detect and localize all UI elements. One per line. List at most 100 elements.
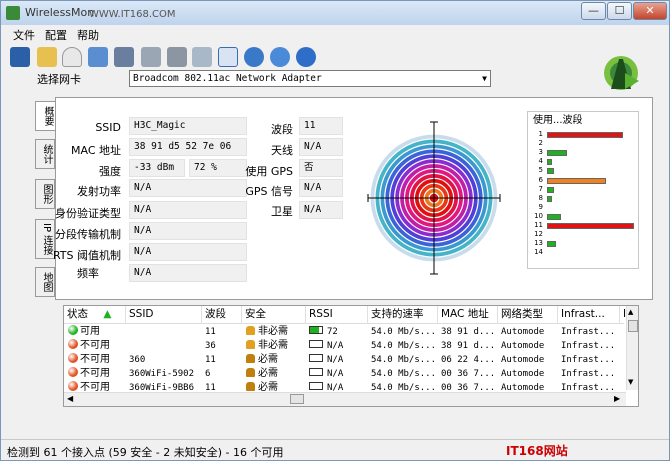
security-cell: 非必需 (246, 339, 306, 353)
info-icon[interactable] (270, 47, 290, 67)
table-row[interactable]: 可用 11 54.0 Mb/s... 38 91 d... Automode Infras… (64, 325, 624, 339)
channel-number: 5 (538, 166, 543, 175)
scroll-right-icon[interactable]: ▶ (614, 394, 620, 403)
channel-bar (547, 177, 607, 184)
rssi-value: 72 (327, 327, 338, 337)
mac-cell: 06 22 4... (441, 355, 496, 365)
rate-cell: 54.0 Mb/s... (371, 369, 437, 379)
channel-number: 7 (538, 184, 543, 193)
gauge-icon[interactable] (62, 47, 82, 67)
tab-stats[interactable]: 统计 (35, 139, 55, 169)
infra-cell: Infrast... (561, 355, 616, 365)
channel-row: 2 (529, 140, 639, 147)
col-status-label: 状态 (67, 308, 88, 320)
app-window: WirelessMon WWW.IT168.COM — ☐ ✕ 文件 配置 帮助… (0, 0, 670, 461)
col-band[interactable]: 波段 (202, 306, 242, 324)
security-label: 必需 (258, 354, 278, 365)
rssi-value: N/A (327, 369, 344, 379)
network-list[interactable]: 状态 ▲ SSID 波段 安全 RSSI 支持的速率 MAC 地址 网络类型 I… (63, 305, 639, 407)
channel-row: 6 (529, 176, 639, 184)
help-icon[interactable] (296, 47, 316, 67)
watermark: WWW.IT168.COM (89, 9, 176, 20)
save-icon[interactable] (10, 47, 30, 67)
scroll-up-icon[interactable]: ▲ (628, 308, 633, 316)
gps-signal-label: GPS 信号 (245, 185, 293, 198)
strength-pct: 72 % (189, 159, 247, 177)
col-rssi[interactable]: RSSI (306, 306, 368, 324)
channel-bar (547, 241, 556, 248)
scroll-thumb[interactable] (628, 320, 638, 332)
col-mac[interactable]: MAC 地址 (438, 306, 498, 324)
table-row[interactable]: 不可用 360 11 54.0 Mb/s... 06 22 4... Automode In… (64, 353, 624, 367)
scroll-left-icon[interactable]: ◀ (67, 394, 73, 403)
channel-bar (547, 213, 561, 220)
status-label: 不可用 (80, 354, 110, 365)
gps-value: 否 (299, 159, 343, 177)
print-preview-icon[interactable] (141, 47, 161, 67)
col-status[interactable]: 状态 ▲ (64, 306, 126, 324)
col-security[interactable]: 安全 (242, 306, 306, 324)
channel-number: 13 (534, 239, 543, 248)
ssid-value: H3C_Magic (129, 117, 247, 135)
lock-icon (246, 382, 255, 391)
channel-bar (547, 168, 555, 175)
channel-bar (547, 159, 552, 166)
freq-value: N/A (129, 264, 247, 282)
tab-summary[interactable]: 概要 (35, 101, 55, 131)
satellite-label: 卫星 (271, 205, 293, 218)
antenna-label: 天线 (271, 144, 293, 157)
col-infra[interactable]: Infrast... (558, 306, 620, 324)
list-header: 状态 ▲ SSID 波段 安全 RSSI 支持的速率 MAC 地址 网络类型 I… (64, 306, 634, 324)
col-ssid[interactable]: SSID (126, 306, 202, 324)
rate-cell: 54.0 Mb/s... (371, 341, 437, 351)
channel-number: 10 (534, 211, 543, 220)
table-row[interactable]: 不可用 360WiFi-5902 6 54.0 Mb/s... 00 36 7... Au… (64, 367, 624, 381)
band-cell: 11 (205, 355, 216, 365)
nettype-cell: Automode (501, 327, 545, 337)
status-dot-icon (68, 367, 78, 377)
signal-strength-radar (367, 121, 501, 275)
menu-file[interactable]: 文件 (13, 27, 35, 43)
channel-number: 3 (538, 148, 543, 157)
channel-bar (547, 223, 635, 229)
rate-cell: 54.0 Mb/s... (371, 327, 437, 337)
vertical-scrollbar[interactable]: ▲ ▼ (626, 306, 638, 390)
channel-number: 2 (538, 139, 543, 148)
network-connect-icon[interactable] (88, 47, 108, 67)
satellite-value: N/A (299, 201, 343, 219)
network-disconnect-icon[interactable] (114, 47, 134, 67)
menu-bar: 文件 配置 帮助 (1, 25, 669, 43)
lock-icon (246, 354, 255, 363)
close-button[interactable]: ✕ (633, 2, 667, 20)
status-dot-icon (68, 339, 78, 349)
channel-row: 9 (529, 203, 639, 211)
col-rate[interactable]: 支持的速率 (368, 306, 438, 324)
table-row[interactable]: 不可用 36 54.0 Mb/s... 38 91 d... Automode Infra… (64, 339, 624, 353)
adapter-select[interactable]: Broadcom 802.11ac Network Adapter ▼ (129, 70, 491, 87)
lock-icon (246, 340, 255, 349)
check-icon[interactable] (192, 47, 212, 67)
channel-number: 8 (538, 193, 543, 202)
globe-icon[interactable] (244, 47, 264, 67)
frag-value: N/A (129, 222, 247, 240)
hscroll-thumb[interactable] (290, 394, 304, 404)
col-nettype[interactable]: 网络类型 (498, 306, 558, 324)
ssid-cell (129, 325, 201, 339)
menu-help[interactable]: 帮助 (77, 27, 99, 43)
print-icon[interactable] (167, 47, 187, 67)
frag-label: 分段传输机制 (55, 228, 121, 241)
tx-power-label: 发射功率 (77, 185, 121, 198)
horizontal-scrollbar[interactable]: ◀ ▶ (64, 392, 626, 406)
security-label: 非必需 (258, 340, 288, 351)
menu-config[interactable]: 配置 (45, 27, 67, 43)
window-title: WirelessMon (25, 6, 95, 19)
minimize-button[interactable]: — (581, 2, 606, 20)
adapter-label: 选择网卡 (37, 73, 81, 86)
folder-icon[interactable] (37, 47, 57, 67)
status-cell: 不可用 (68, 339, 126, 353)
checklist-icon[interactable] (218, 47, 238, 67)
maximize-button[interactable]: ☐ (607, 2, 632, 20)
nettype-cell: Automode (501, 355, 545, 365)
scroll-down-icon[interactable]: ▼ (628, 378, 633, 386)
channel-row: 3 (529, 148, 639, 157)
